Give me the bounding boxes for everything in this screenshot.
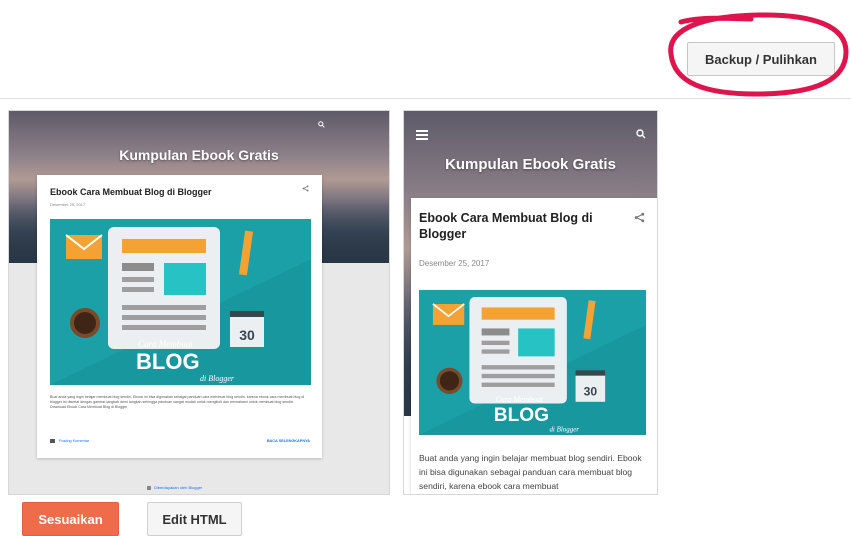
hamburger-menu-icon[interactable] (416, 130, 428, 140)
illustration-subtext: di Blogger (549, 425, 579, 433)
illustration-blog: BLOG (494, 405, 549, 426)
illustration-script: Cara Membuat (138, 339, 193, 349)
comment-label[interactable]: Posting Komentar (59, 439, 89, 443)
calendar-day: 30 (239, 327, 255, 343)
share-icon[interactable] (634, 212, 645, 223)
blog-title[interactable]: Kumpulan Ebook Gratis (404, 156, 657, 173)
edit-html-button[interactable]: Edit HTML (147, 502, 242, 536)
post-title[interactable]: Ebook Cara Membuat Blog di Blogger (419, 210, 619, 242)
illustration-subtext: di Blogger (200, 374, 235, 383)
post-date: Desember 25, 2017 (50, 202, 86, 207)
illustration-script: Cara Membuat (496, 395, 544, 404)
post-excerpt: Buat anda yang ingin belajar membuat blo… (50, 395, 305, 409)
powered-by[interactable]: Diberdayakan oleh Blogger (147, 485, 202, 490)
comment-link[interactable]: Posting Komentar (50, 439, 89, 443)
desktop-preview[interactable]: Kumpulan Ebook Gratis Ebook Cara Membuat… (8, 110, 390, 495)
post-illustration: 30 Cara Membuat BLOG di Blogger (419, 290, 646, 435)
post-card: Ebook Cara Membuat Blog di Blogger Desem… (411, 198, 657, 494)
powered-by-label[interactable]: Diberdayakan oleh Blogger (154, 485, 202, 490)
header-divider (0, 98, 851, 99)
calendar-day: 30 (584, 385, 598, 399)
blogger-icon (147, 485, 151, 490)
search-icon[interactable] (636, 129, 646, 139)
post-illustration: 30 Cara Membuat BLOG di Blogger (50, 219, 311, 385)
comment-icon (50, 439, 55, 443)
post-excerpt: Buat anda yang ingin belajar membuat blo… (419, 453, 642, 491)
backup-restore-button[interactable]: Backup / Pulihkan (687, 42, 835, 76)
read-more-link[interactable]: BACA SELENGKAPNYA (267, 439, 310, 443)
blog-title[interactable]: Kumpulan Ebook Gratis (9, 147, 389, 163)
mobile-preview[interactable]: Kumpulan Ebook Gratis Ebook Cara Membuat… (403, 110, 658, 495)
share-icon[interactable] (302, 185, 309, 192)
post-title[interactable]: Ebook Cara Membuat Blog di Blogger (50, 187, 290, 197)
post-card: Ebook Cara Membuat Blog di Blogger Desem… (37, 175, 322, 458)
post-date: Desember 25, 2017 (419, 259, 490, 268)
illustration-blog: BLOG (136, 349, 200, 374)
search-icon[interactable] (318, 121, 325, 128)
customize-button[interactable]: Sesuaikan (22, 502, 119, 536)
